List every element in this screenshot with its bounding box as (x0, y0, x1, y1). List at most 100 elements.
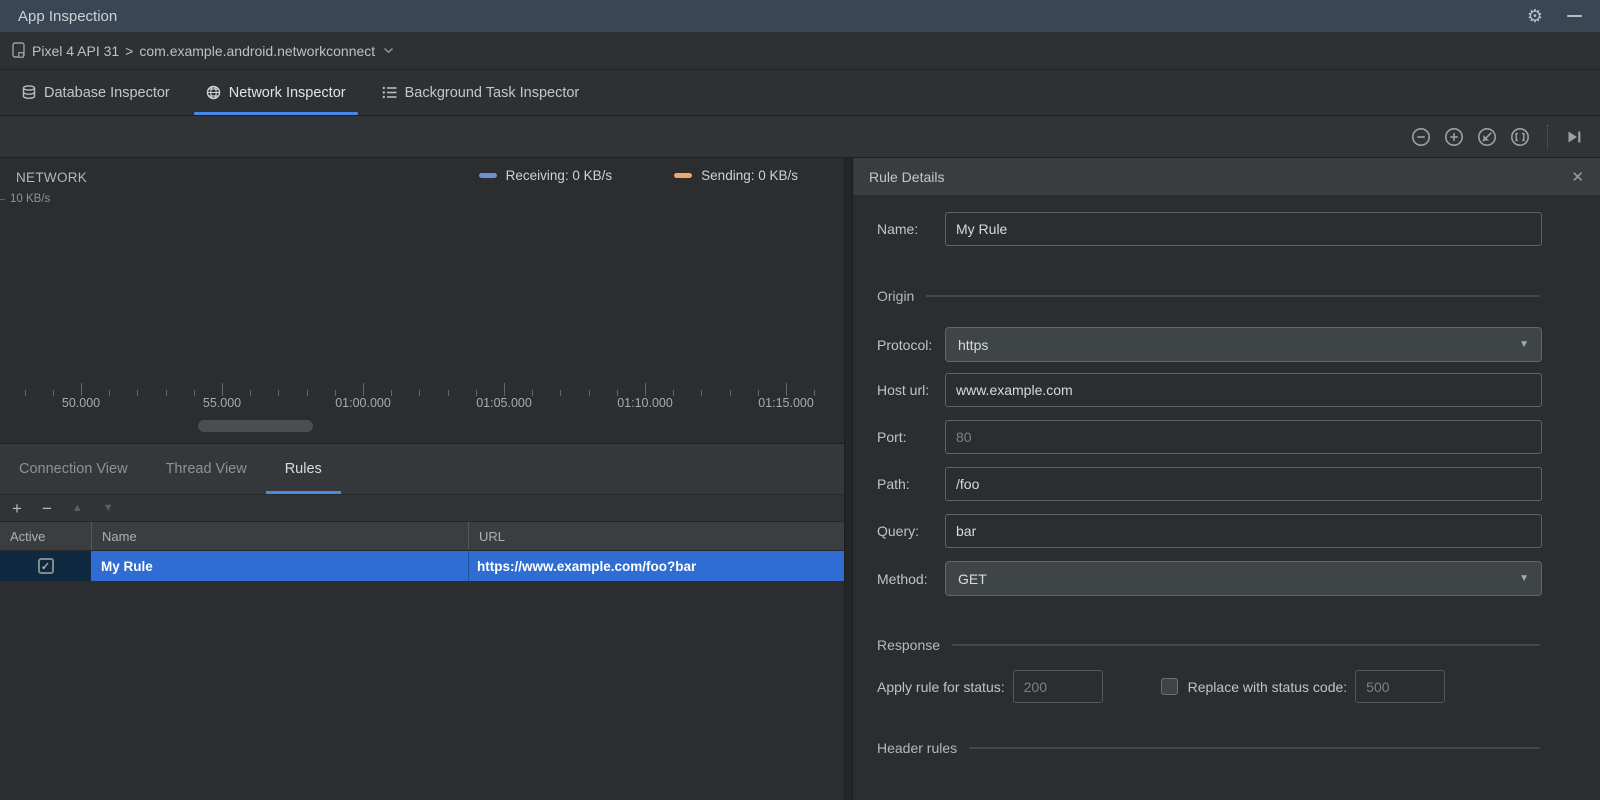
rule-details-title: Rule Details (869, 168, 945, 185)
replace-status-input[interactable] (1355, 670, 1446, 703)
major-tick (363, 383, 364, 396)
zoom-in-icon[interactable] (1443, 126, 1465, 148)
name-label: Name: (877, 221, 919, 237)
task-list-icon (382, 86, 397, 99)
column-header-active[interactable]: Active (0, 522, 91, 550)
tab-network-inspector[interactable]: Network Inspector (192, 70, 360, 115)
column-header-url[interactable]: URL (468, 522, 844, 550)
table-row[interactable]: ✓ My Rule https://www.example.com/foo?ba… (0, 551, 844, 581)
response-section-label: Response (877, 637, 941, 653)
tab-background-task-inspector[interactable]: Background Task Inspector (368, 70, 594, 115)
host-url-input[interactable] (945, 373, 1542, 407)
legend-sending: Sending: 0 KB/s (674, 168, 798, 183)
tick-label: 01:10.000 (617, 396, 673, 410)
sending-swatch (674, 173, 693, 178)
zoom-to-selection-icon[interactable] (1509, 126, 1531, 148)
host-label: Host url: (877, 382, 930, 398)
content-area: NETWORK Receiving: 0 KB/s Sending: 0 KB/… (0, 158, 1600, 800)
combo-arrow-icon: ▼ (1519, 573, 1529, 584)
tab-label: Network Inspector (228, 84, 346, 101)
window-title: App Inspection (18, 7, 118, 25)
apply-status-input[interactable] (1012, 670, 1103, 703)
rule-details-panel: Rule Details ✕ Name: Origin Protocol: ht… (853, 158, 1600, 800)
legend-label: Sending: 0 KB/s (701, 168, 798, 183)
method-value: GET (958, 570, 987, 587)
panel-splitter[interactable] (844, 158, 853, 800)
tab-label: Rules (284, 461, 322, 477)
method-row: Method: GET ▼ (877, 561, 1542, 596)
column-header-name[interactable]: Name (91, 522, 468, 550)
query-label: Query: (877, 523, 920, 539)
tick-label: 55.000 (202, 396, 242, 410)
process-name: com.example.android.networkconnect (139, 42, 376, 59)
tab-label: Thread View (165, 461, 247, 477)
rule-active-checkbox[interactable]: ✓ (37, 558, 54, 574)
zoom-out-icon[interactable] (1410, 126, 1432, 148)
query-input[interactable] (945, 514, 1542, 548)
timeline-toolbar (0, 116, 1600, 158)
tab-label: Connection View (19, 461, 128, 477)
tab-rules[interactable]: Rules (265, 444, 341, 494)
move-rule-down-button[interactable]: ▼ (103, 502, 114, 514)
device-phone-icon (12, 42, 26, 59)
section-divider (926, 295, 1540, 297)
status-code-row: Apply rule for status: Replace with stat… (877, 670, 1545, 703)
path-row: Path: (877, 467, 1542, 501)
app-inspection-window: App Inspection ⚙ Pixel 4 API 31 > com.ex… (0, 0, 1600, 800)
tick-label: 01:15.000 (758, 396, 814, 410)
rule-details-header: Rule Details ✕ (853, 158, 1600, 196)
close-icon[interactable]: ✕ (1571, 168, 1584, 186)
query-row: Query: (877, 514, 1542, 548)
protocol-label: Protocol: (877, 336, 933, 353)
protocol-select[interactable]: https ▼ (945, 327, 1542, 362)
timeline-tick-labels: 50.000 55.000 01:00.000 01:05.000 01:10.000 0… (0, 396, 844, 412)
settings-gear-icon[interactable]: ⚙ (1527, 7, 1543, 25)
rule-name-input[interactable] (945, 212, 1542, 246)
port-input[interactable] (945, 420, 1542, 454)
name-row: Name: (877, 212, 1542, 246)
move-rule-up-button[interactable]: ▲ (72, 502, 83, 514)
rule-url-cell[interactable]: https://www.example.com/foo?bar (468, 551, 844, 581)
device-name: Pixel 4 API 31 (32, 42, 120, 59)
tab-connection-view[interactable]: Connection View (0, 444, 147, 494)
jump-to-live-icon[interactable] (1564, 127, 1584, 147)
timeline-axis (0, 382, 844, 396)
host-row: Host url: (877, 373, 1542, 407)
major-tick (504, 383, 505, 396)
network-chart: NETWORK Receiving: 0 KB/s Sending: 0 KB/… (0, 158, 844, 443)
major-tick (786, 383, 787, 396)
section-divider (952, 644, 1540, 646)
timeline-scrollbar-thumb[interactable] (198, 420, 313, 432)
receiving-swatch (478, 173, 497, 178)
header-rules-section: Header rules (877, 740, 1540, 756)
add-rule-button[interactable]: + (12, 500, 22, 517)
tab-label: Background Task Inspector (404, 84, 580, 101)
tab-thread-view[interactable]: Thread View (147, 444, 266, 494)
chart-legend: Receiving: 0 KB/s Sending: 0 KB/s (478, 168, 798, 183)
tab-database-inspector[interactable]: Database Inspector (8, 70, 184, 115)
remove-rule-button[interactable]: − (42, 500, 52, 517)
replace-status-label: Replace with status code: (1187, 678, 1348, 695)
device-process-selector[interactable]: Pixel 4 API 31 > com.example.android.net… (0, 32, 1600, 70)
combo-arrow-icon: ▼ (1519, 339, 1529, 350)
rule-name-cell[interactable]: My Rule (91, 551, 468, 581)
title-bar: App Inspection ⚙ (0, 0, 1600, 32)
header-rules-label: Header rules (877, 740, 958, 756)
response-section: Response (877, 637, 1540, 653)
chevron-down-icon (383, 47, 394, 54)
port-row: Port: (877, 420, 1542, 454)
method-select[interactable]: GET ▼ (945, 561, 1542, 596)
protocol-row: Protocol: https ▼ (877, 327, 1542, 362)
path-label: Path: (877, 476, 910, 492)
major-tick (222, 383, 223, 396)
legend-label: Receiving: 0 KB/s (505, 168, 613, 183)
toolbar-separator (1547, 124, 1548, 149)
rules-table-header: Active Name URL (0, 522, 844, 551)
replace-status-checkbox[interactable] (1160, 678, 1178, 695)
origin-section-label: Origin (877, 288, 915, 304)
tick-label: 01:05.000 (476, 396, 532, 410)
tab-label: Database Inspector (44, 84, 170, 101)
reset-zoom-icon[interactable] (1476, 126, 1498, 148)
minimize-icon[interactable] (1567, 15, 1582, 17)
path-input[interactable] (945, 467, 1542, 501)
